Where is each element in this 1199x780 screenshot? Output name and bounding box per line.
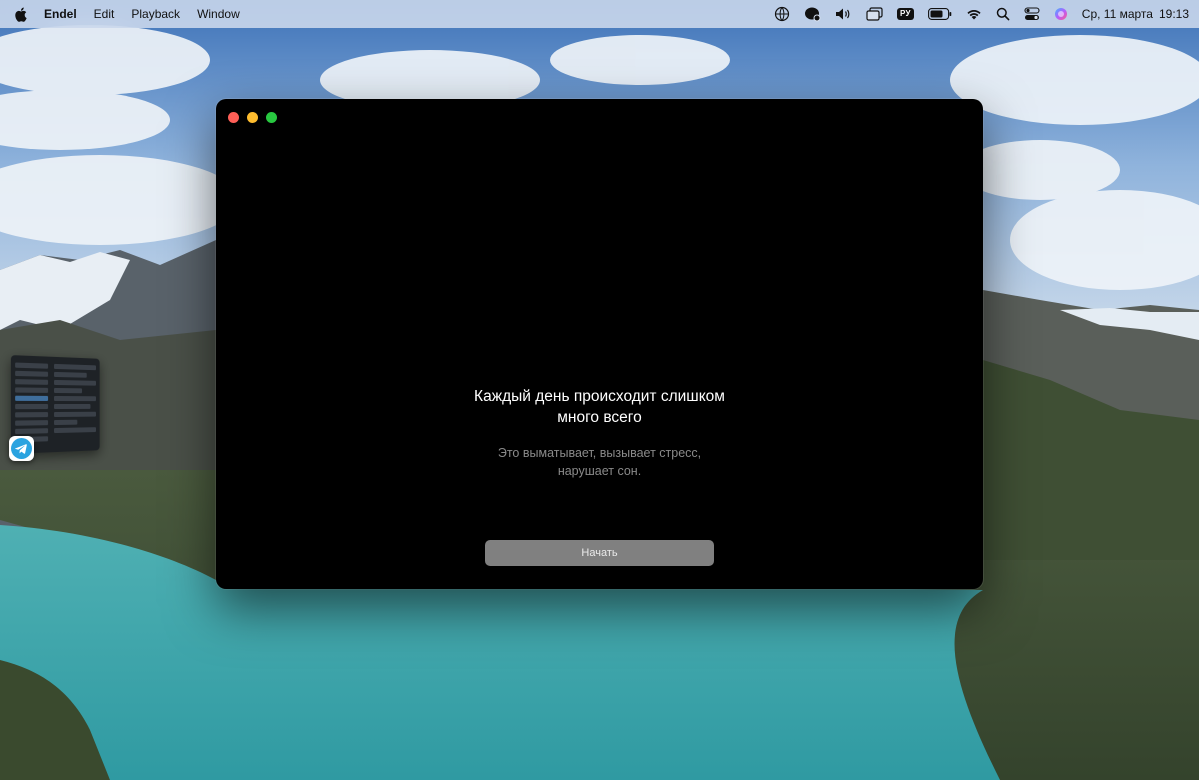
wifi-icon[interactable] <box>966 4 982 24</box>
menu-edit[interactable]: Edit <box>94 7 115 21</box>
close-window-button[interactable] <box>228 112 239 123</box>
endel-app-window: Каждый день происходит слишком много все… <box>216 99 983 589</box>
menu-bar: Endel Edit Playback Window РУ Ср, 11 мар… <box>0 0 1199 28</box>
start-button[interactable]: Начать <box>485 540 714 566</box>
control-center-icon[interactable] <box>1024 4 1040 24</box>
chat-bubble-icon[interactable] <box>804 4 821 24</box>
onboarding-subtext: Это выматывает, вызывает стресс, нарушае… <box>497 446 702 478</box>
onboarding-content: Каждый день происходит слишком много все… <box>216 386 983 480</box>
menu-bar-right: РУ Ср, 11 марта 19:13 <box>760 4 1189 24</box>
menu-bar-clock[interactable]: Ср, 11 марта 19:13 <box>1082 7 1189 21</box>
menu-bar-left: Endel Edit Playback Window <box>14 6 257 22</box>
clock-date: Ср, 11 марта <box>1081 7 1153 21</box>
search-icon[interactable] <box>996 4 1010 24</box>
thumbnail-chat-content <box>52 361 98 448</box>
globe-icon[interactable] <box>774 4 790 24</box>
clock-time: 19:13 <box>1158 7 1189 21</box>
minimize-window-button[interactable] <box>247 112 258 123</box>
telegram-app-icon[interactable] <box>9 436 34 461</box>
siri-icon[interactable] <box>1054 4 1068 24</box>
onboarding-headline: Каждый день происходит слишком много все… <box>474 388 725 426</box>
apple-menu-icon[interactable] <box>14 6 28 22</box>
window-controls <box>228 112 277 123</box>
speaker-icon[interactable] <box>835 4 852 24</box>
maximize-window-button[interactable] <box>266 112 277 123</box>
app-menu-endel[interactable]: Endel <box>44 7 77 21</box>
battery-icon[interactable] <box>927 4 952 24</box>
keyboard-layout-icon[interactable]: РУ <box>896 4 914 24</box>
windows-icon[interactable] <box>866 4 883 24</box>
menu-playback[interactable]: Playback <box>131 7 180 21</box>
menu-window[interactable]: Window <box>197 7 240 21</box>
